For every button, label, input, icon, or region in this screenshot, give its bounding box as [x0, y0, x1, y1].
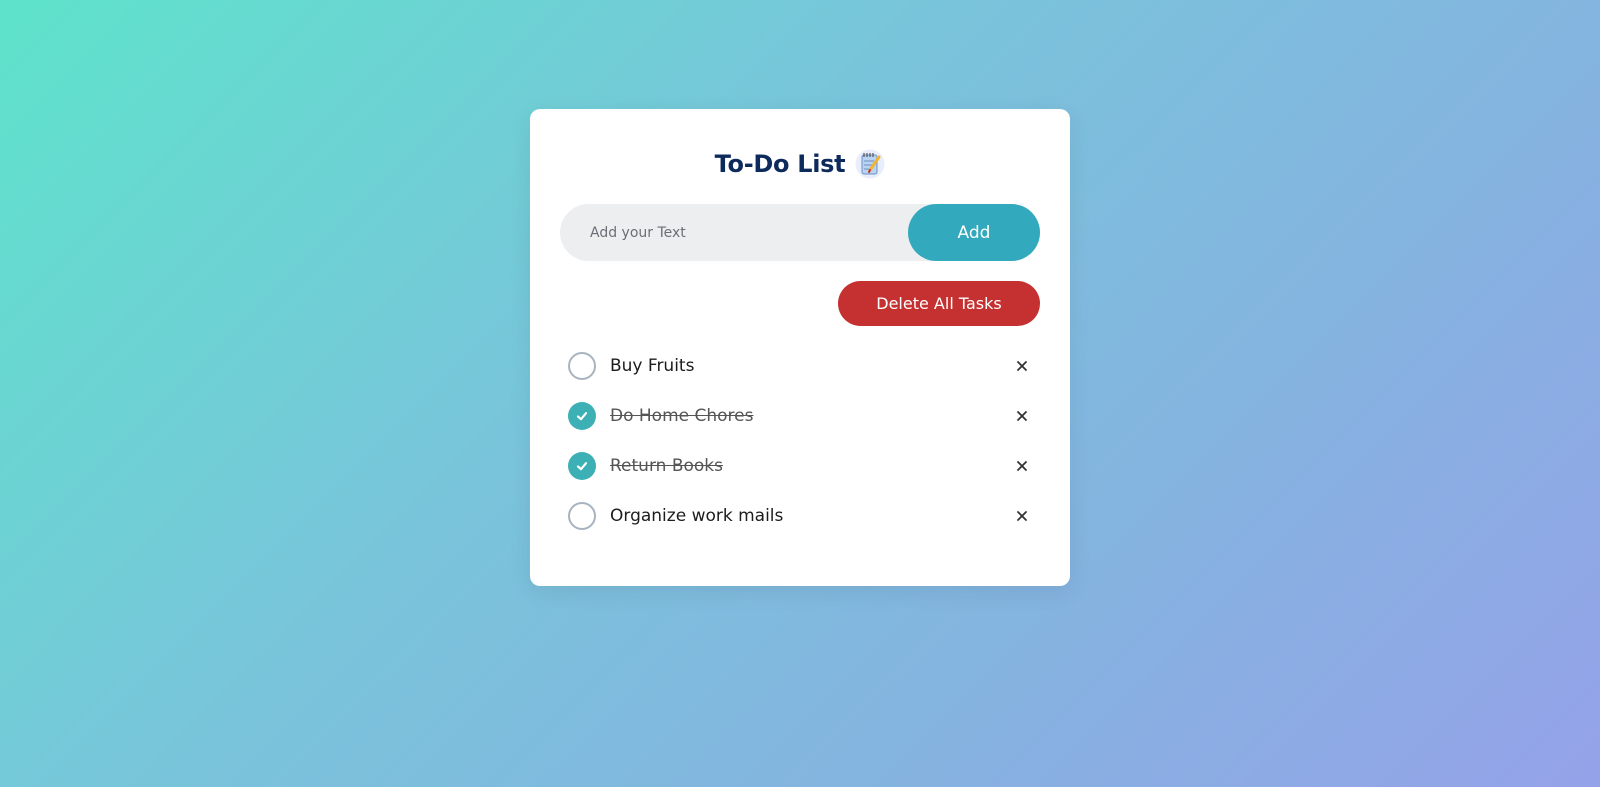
task-item[interactable]: Return Books [568, 441, 1032, 491]
task-label: Do Home Chores [610, 406, 754, 426]
task-checkbox[interactable] [568, 452, 596, 480]
task-list: Buy Fruits Do Home Chores Return Books O… [568, 341, 1032, 541]
task-checkbox[interactable] [568, 502, 596, 530]
task-input[interactable] [560, 204, 910, 261]
notepad-icon [855, 149, 885, 179]
page-title: To-Do List [714, 150, 846, 178]
task-label: Buy Fruits [610, 356, 695, 376]
task-checkbox[interactable] [568, 402, 596, 430]
close-icon[interactable] [1012, 356, 1032, 376]
close-icon[interactable] [1012, 456, 1032, 476]
task-item[interactable]: Organize work mails [568, 491, 1032, 541]
task-checkbox[interactable] [568, 352, 596, 380]
check-icon [576, 462, 588, 471]
close-icon[interactable] [1012, 406, 1032, 426]
close-icon[interactable] [1012, 506, 1032, 526]
task-label: Organize work mails [610, 506, 784, 526]
check-icon [576, 412, 588, 421]
todo-card: To-Do List Add Delete All Tasks [530, 109, 1070, 586]
delete-all-tasks-button[interactable]: Delete All Tasks [838, 281, 1040, 326]
task-label: Return Books [610, 456, 723, 476]
task-item[interactable]: Do Home Chores [568, 391, 1032, 441]
add-task-row: Add [560, 204, 1040, 261]
title-row: To-Do List [530, 149, 1070, 179]
add-button[interactable]: Add [908, 204, 1040, 261]
task-item[interactable]: Buy Fruits [568, 341, 1032, 391]
